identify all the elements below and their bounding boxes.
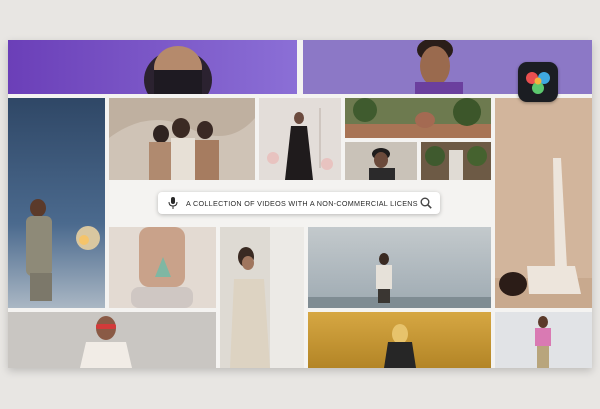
search-icon[interactable]: [418, 195, 434, 211]
thumbnail-hands-plant[interactable]: [109, 227, 216, 308]
microphone-icon[interactable]: [166, 196, 180, 210]
thumbnail-woman-curtain[interactable]: [220, 227, 304, 368]
thumbnail-woman-golden-hour[interactable]: [308, 312, 491, 368]
thumbnail-man-pink-shirt[interactable]: [495, 312, 592, 368]
thumbnail-masked-person[interactable]: [8, 40, 297, 94]
thumbnail-woman-legs-up[interactable]: [495, 98, 592, 308]
thumbnail-man-sea[interactable]: [308, 227, 491, 308]
thumbnail-three-women[interactable]: [109, 98, 255, 180]
thumbnail-woman-black-dress[interactable]: [259, 98, 341, 180]
thumbnail-man-cap[interactable]: [345, 142, 417, 180]
thumbnail-room-plants[interactable]: [345, 98, 491, 138]
davinci-resolve-logo: [518, 62, 558, 102]
thumbnail-astronaut-clouds[interactable]: [8, 98, 105, 308]
thumbnail-plants-small[interactable]: [421, 142, 491, 180]
search-bar[interactable]: A COLLECTION OF VIDEOS WITH A NON-COMMER…: [158, 192, 440, 214]
thumbnail-woman-red-glasses[interactable]: [8, 312, 216, 368]
search-query-text[interactable]: A COLLECTION OF VIDEOS WITH A NON-COMMER…: [186, 199, 418, 208]
logo-dot-yellow: [534, 77, 542, 85]
